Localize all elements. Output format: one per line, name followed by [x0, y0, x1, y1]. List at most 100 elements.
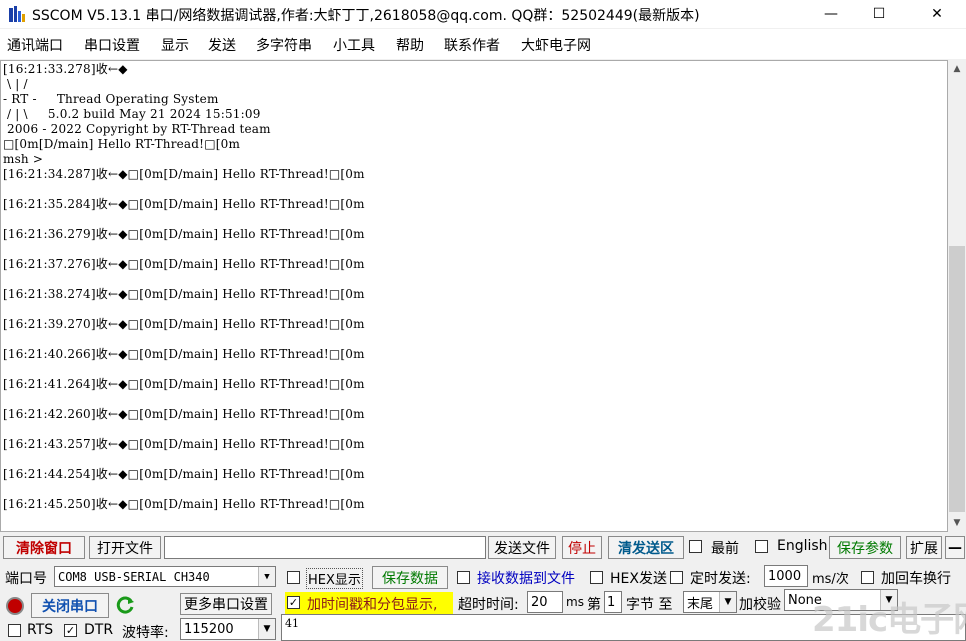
terminal-line: 2006 - 2022 Copyright by RT-Thread team — [3, 122, 271, 136]
rts-label: RTS — [27, 622, 54, 638]
timed-send-checkbox[interactable] — [670, 571, 683, 584]
terminal-line: [16:21:43.257]收←◆□[0m[D/main] Hello RT-T… — [3, 437, 365, 451]
minimize-button[interactable]: — — [808, 0, 854, 28]
dtr-check-mark: ✓ — [65, 624, 76, 637]
close-port-button[interactable]: 关闭串口 — [31, 593, 109, 618]
hex-send-checkbox[interactable] — [590, 571, 603, 584]
expand-button[interactable]: 扩展 — [906, 536, 942, 559]
english-checkbox[interactable] — [755, 540, 768, 553]
port-select[interactable]: COM8 USB-SERIAL CH340 ▼ — [54, 566, 276, 587]
clear-send-area-button[interactable]: 清发送区 — [608, 536, 684, 559]
save-params-button[interactable]: 保存参数 — [829, 536, 901, 559]
byte-end-select[interactable]: 末尾 ▼ — [683, 591, 737, 613]
terminal-line: [16:21:44.254]收←◆□[0m[D/main] Hello RT-T… — [3, 467, 365, 481]
baud-rate-label: 波特率: — [122, 625, 169, 641]
terminal-line: [16:21:42.260]收←◆□[0m[D/main] Hello RT-T… — [3, 407, 365, 421]
terminal-line: - RT - Thread Operating System — [3, 92, 219, 106]
port-status-indicator-icon — [6, 597, 24, 615]
baud-rate-select[interactable]: 115200 ▼ — [180, 618, 276, 640]
interval-input[interactable]: 1000 — [764, 565, 808, 587]
terminal-line: [16:21:33.278]收←◆ — [3, 62, 128, 76]
terminal-line: □[0m[D/main] Hello RT-Thread!□[0m — [3, 137, 241, 151]
byte-end-dropdown-arrow-icon[interactable]: ▼ — [719, 592, 736, 612]
timeout-unit-label: ms — [566, 595, 584, 609]
terminal-line: [16:21:37.276]收←◆□[0m[D/main] Hello RT-T… — [3, 257, 365, 271]
refresh-icon[interactable] — [116, 595, 136, 615]
byte-end-value: 末尾 — [687, 596, 714, 612]
save-data-button[interactable]: 保存数据 — [372, 566, 448, 589]
menu-comm-port[interactable]: 通讯端口 — [7, 35, 63, 55]
menu-contact-author[interactable]: 联系作者 — [444, 35, 500, 55]
terminal-line: [16:21:40.266]收←◆□[0m[D/main] Hello RT-T… — [3, 347, 365, 361]
port-value: COM8 USB-SERIAL CH340 — [58, 569, 210, 584]
terminal-line: [16:21:38.274]收←◆□[0m[D/main] Hello RT-T… — [3, 287, 365, 301]
maximize-button[interactable]: ☐ — [856, 0, 902, 28]
menu-send[interactable]: 发送 — [208, 35, 236, 55]
byte-from-label: 第 — [587, 597, 601, 613]
app-icon — [9, 6, 25, 22]
timestamp-option[interactable]: ✓ 加时间戳和分包显示, — [285, 592, 453, 614]
more-serial-settings-button[interactable]: 更多串口设置 — [180, 593, 272, 615]
timeout-label: 超时时间: — [458, 597, 519, 613]
receive-text: [16:21:33.278]收←◆ \ | / - RT - Thread Ope… — [3, 62, 365, 512]
dtr-checkbox[interactable]: ✓ — [64, 624, 77, 637]
timeout-input[interactable]: 20 — [527, 591, 563, 613]
add-crlf-checkbox[interactable] — [861, 571, 874, 584]
hex-send-label: HEX发送 — [610, 571, 667, 587]
watermark: 21ic电子网 — [812, 600, 966, 640]
close-button[interactable]: ✕ — [914, 0, 960, 28]
menu-multi-string[interactable]: 多字符串 — [256, 35, 312, 55]
baud-rate-value: 115200 — [184, 621, 234, 637]
baud-rate-dropdown-arrow-icon[interactable]: ▼ — [258, 619, 275, 639]
timestamp-checkbox[interactable]: ✓ — [287, 596, 300, 609]
menu-help[interactable]: 帮助 — [396, 35, 424, 55]
terminal-line: \ | / — [3, 77, 28, 91]
scroll-thumb[interactable] — [949, 246, 965, 512]
terminal-line: [16:21:36.279]收←◆□[0m[D/main] Hello RT-T… — [3, 227, 365, 241]
byte-from-input[interactable]: 1 — [604, 591, 622, 613]
scroll-down-arrow-icon[interactable]: ▼ — [948, 514, 966, 532]
menu-daxia-site[interactable]: 大虾电子网 — [521, 35, 591, 55]
terminal-line: [16:21:35.284]收←◆□[0m[D/main] Hello RT-T… — [3, 197, 365, 211]
send-file-button[interactable]: 发送文件 — [488, 536, 556, 559]
dtr-label: DTR — [84, 622, 114, 638]
collapse-button[interactable]: — — [945, 536, 965, 559]
rts-checkbox[interactable] — [8, 624, 21, 637]
receive-area[interactable]: [16:21:33.278]收←◆ \ | / - RT - Thread Ope… — [0, 60, 948, 532]
terminal-line: / | \ 5.0.2 build May 21 2024 15:51:09 — [3, 107, 261, 121]
terminal-line: [16:21:34.287]收←◆□[0m[D/main] Hello RT-T… — [3, 167, 365, 181]
topmost-label: 最前 — [711, 541, 739, 557]
timestamp-check-mark: ✓ — [288, 596, 299, 609]
recv-to-file-checkbox[interactable] — [457, 571, 470, 584]
menu-tools[interactable]: 小工具 — [333, 35, 375, 55]
menu-display[interactable]: 显示 — [161, 35, 189, 55]
scroll-up-arrow-icon[interactable]: ▲ — [948, 60, 966, 78]
timed-send-label: 定时发送: — [690, 571, 751, 587]
hex-display-checkbox[interactable] — [287, 571, 300, 584]
hex-display-label: HEX显示 — [306, 568, 363, 589]
port-dropdown-arrow-icon[interactable]: ▼ — [258, 567, 275, 586]
terminal-line: [16:21:39.270]收←◆□[0m[D/main] Hello RT-T… — [3, 317, 365, 331]
menu-bar: 通讯端口 串口设置 显示 发送 多字符串 小工具 帮助 联系作者 大虾电子网 — [0, 29, 966, 59]
terminal-line: [16:21:45.250]收←◆□[0m[D/main] Hello RT-T… — [3, 497, 365, 511]
open-file-button[interactable]: 打开文件 — [89, 536, 161, 559]
stop-button[interactable]: 停止 — [562, 536, 602, 559]
window-title: SSCOM V5.13.1 串口/网络数据调试器,作者:大虾丁丁,2618058… — [32, 8, 700, 24]
timestamp-label: 加时间戳和分包显示, — [307, 597, 438, 613]
clear-window-button[interactable]: 清除窗口 — [3, 536, 85, 559]
menu-serial-settings[interactable]: 串口设置 — [84, 35, 140, 55]
topmost-checkbox[interactable] — [689, 540, 702, 553]
file-path-input[interactable] — [164, 536, 486, 559]
interval-unit-label: ms/次 — [812, 572, 849, 587]
title-bar: SSCOM V5.13.1 串口/网络数据调试器,作者:大虾丁丁,2618058… — [0, 0, 966, 28]
add-crlf-label: 加回车换行 — [881, 571, 951, 587]
byte-to-label: 字节 至 — [626, 597, 673, 613]
